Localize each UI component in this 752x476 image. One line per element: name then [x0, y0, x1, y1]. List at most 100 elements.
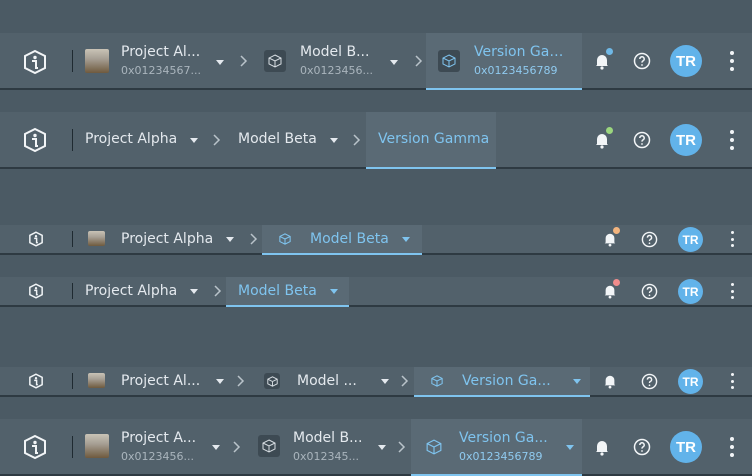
caret-down-icon[interactable] — [190, 289, 198, 294]
caret-down-icon[interactable] — [381, 379, 389, 384]
app-logo-icon[interactable] — [22, 434, 48, 460]
avatar[interactable]: TR — [678, 279, 703, 304]
question-icon[interactable] — [633, 438, 651, 456]
cube-icon — [430, 374, 444, 388]
breadcrumb-model[interactable]: Model Beta — [262, 225, 422, 255]
app-logo-icon[interactable] — [28, 231, 44, 247]
project-name: Project Alpha — [121, 231, 214, 247]
model-name: Model ... — [297, 373, 357, 389]
model-id: 0x0123456... — [300, 64, 373, 77]
project-thumbnail — [88, 373, 105, 388]
project-name: Project A... — [121, 430, 197, 446]
question-icon[interactable] — [641, 373, 658, 390]
cube-icon — [264, 373, 280, 389]
breadcrumb-model[interactable]: Model Beta — [234, 112, 344, 167]
avatar[interactable]: TR — [670, 45, 702, 77]
version-id: 0x0123456789 — [474, 64, 558, 77]
breadcrumb-project[interactable]: Project A... 0x0123456... — [82, 419, 224, 474]
navbar-1: Project Al... 0x01234567... Model B... 0… — [0, 33, 752, 90]
question-icon[interactable] — [641, 231, 658, 248]
caret-down-icon[interactable] — [212, 445, 220, 450]
chevron-right-icon — [235, 374, 247, 388]
bell-icon[interactable] — [603, 373, 617, 389]
version-name: Version Gamma — [378, 131, 490, 147]
cube-icon — [423, 436, 445, 458]
cube-icon — [264, 50, 286, 72]
notification-dot — [613, 227, 620, 234]
app-logo-icon[interactable] — [28, 283, 44, 299]
app-logo-icon[interactable] — [28, 373, 44, 389]
kebab-menu-icon[interactable] — [729, 373, 735, 389]
bell-icon[interactable] — [594, 127, 613, 149]
breadcrumb-version[interactable]: Version Ga... — [414, 367, 590, 397]
project-id: 0x01234567... — [121, 64, 201, 77]
model-name: Model Beta — [238, 283, 317, 299]
project-name: Project Al... — [121, 44, 201, 60]
kebab-menu-icon[interactable] — [728, 437, 736, 457]
kebab-menu-icon[interactable] — [729, 283, 735, 299]
divider — [72, 436, 73, 458]
bell-icon[interactable] — [603, 227, 620, 247]
caret-down-icon[interactable] — [390, 60, 398, 65]
chevron-right-icon — [248, 232, 260, 246]
navbar-4: Project Alpha Model Beta TR — [0, 277, 752, 307]
caret-down-icon[interactable] — [226, 237, 234, 242]
caret-down-icon[interactable] — [573, 379, 581, 384]
kebab-menu-icon[interactable] — [728, 130, 736, 150]
project-id: 0x0123456... — [121, 450, 194, 463]
breadcrumb-model[interactable]: Model B... 0x0123456... — [258, 33, 408, 88]
project-name: Project Alpha — [85, 131, 178, 147]
caret-down-icon[interactable] — [190, 138, 198, 143]
chevron-right-icon — [231, 439, 243, 455]
model-name: Model B... — [300, 44, 370, 60]
app-logo-icon[interactable] — [22, 49, 48, 75]
navbar-6: Project A... 0x0123456... Model B... 0x0… — [0, 419, 752, 476]
breadcrumb-project[interactable]: Project Al... 0x01234567... — [82, 33, 230, 88]
question-icon[interactable] — [633, 52, 651, 70]
breadcrumb-project[interactable]: Project Al... — [82, 367, 228, 395]
caret-down-icon[interactable] — [330, 138, 338, 143]
breadcrumb-version[interactable]: Version Gamma — [366, 112, 496, 169]
kebab-menu-icon[interactable] — [729, 231, 735, 247]
caret-down-icon[interactable] — [216, 379, 224, 384]
chevron-right-icon — [399, 374, 411, 388]
avatar[interactable]: TR — [678, 369, 703, 394]
kebab-menu-icon[interactable] — [728, 51, 736, 71]
caret-down-icon[interactable] — [378, 445, 386, 450]
question-icon[interactable] — [633, 131, 651, 149]
model-id: 0x012345... — [293, 450, 359, 463]
breadcrumb-project[interactable]: Project Alpha — [82, 225, 237, 253]
navbar-2: Project Alpha Model Beta Version Gamma T… — [0, 112, 752, 169]
version-name: Version Ga... — [459, 430, 548, 446]
breadcrumb-version[interactable]: Version Gam... 0x0123456789 — [426, 33, 582, 90]
breadcrumb-project[interactable]: Project Alpha — [82, 112, 204, 167]
app-logo-icon[interactable] — [22, 127, 48, 153]
chevron-right-icon — [413, 53, 425, 69]
chevron-right-icon — [238, 53, 250, 69]
chevron-right-icon — [351, 132, 363, 148]
breadcrumb-project[interactable]: Project Alpha — [82, 277, 206, 305]
avatar[interactable]: TR — [670, 431, 702, 463]
bell-icon[interactable] — [594, 48, 613, 70]
notification-dot — [606, 48, 613, 55]
bell-icon[interactable] — [603, 279, 620, 299]
breadcrumb-model[interactable]: Model B... 0x012345... — [252, 419, 392, 474]
breadcrumb-model[interactable]: Model Beta — [226, 277, 349, 307]
caret-down-icon[interactable] — [402, 237, 410, 242]
divider — [72, 283, 73, 299]
avatar[interactable]: TR — [678, 227, 703, 252]
avatar[interactable]: TR — [670, 124, 702, 156]
divider — [72, 50, 73, 72]
caret-down-icon[interactable] — [566, 445, 574, 450]
model-name: Model B... — [293, 430, 363, 446]
project-thumbnail — [88, 231, 105, 246]
model-name: Model Beta — [310, 231, 389, 247]
bell-icon[interactable] — [594, 438, 610, 456]
model-name: Model Beta — [238, 131, 317, 147]
question-icon[interactable] — [641, 283, 658, 300]
breadcrumb-version[interactable]: Version Ga... 0x0123456789 — [411, 419, 582, 476]
navbar-5: Project Al... Model ... Version Ga... TR — [0, 367, 752, 397]
breadcrumb-model[interactable]: Model ... — [258, 367, 394, 395]
caret-down-icon[interactable] — [330, 289, 338, 294]
caret-down-icon[interactable] — [216, 60, 224, 65]
